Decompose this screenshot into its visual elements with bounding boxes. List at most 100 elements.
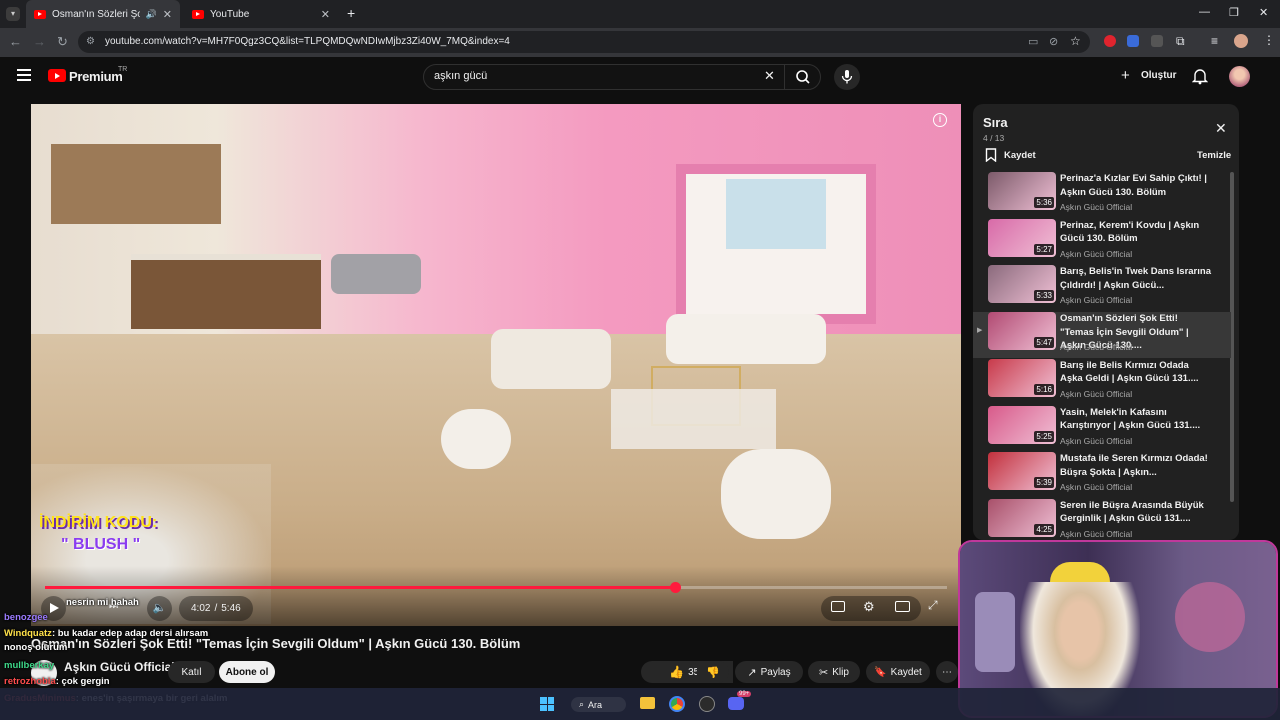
queue-item-title[interactable]: Mustafa ile Seren Kırmızı Odada! Büşra Ş… <box>1060 452 1212 479</box>
queue-thumbnail[interactable]: 4:25 <box>988 498 1056 537</box>
extension-blue-icon[interactable] <box>1127 35 1139 47</box>
queue-save-label[interactable]: Kaydet <box>1004 150 1036 161</box>
time-total: 5:46 <box>221 603 241 614</box>
chat-username: retrozhobia <box>4 676 56 687</box>
queue-item[interactable]: 5:27 Perinaz, Kerem'i Kovdu | Aşkın Gücü … <box>973 218 1231 265</box>
youtube-logo-text[interactable]: Premium <box>69 69 123 84</box>
site-info-icon[interactable]: ⚙ <box>86 36 95 47</box>
search-value[interactable]: aşkın gücü <box>434 70 487 82</box>
create-button[interactable]: Oluştur <box>1141 70 1177 81</box>
queue-item[interactable]: 5:25 Yasin, Melek'in Kafasını Karıştırıyo… <box>973 405 1231 452</box>
queue-item[interactable]: 5:36 Perinaz'a Kızlar Evi Sahip Çıktı! | … <box>973 172 1231 218</box>
scene-grey-sofa <box>331 254 421 294</box>
extension-dark-icon[interactable] <box>1151 35 1163 47</box>
extension-red-icon[interactable] <box>1104 35 1116 47</box>
eye-off-icon[interactable]: ⊘ <box>1049 35 1058 48</box>
fullscreen-icon[interactable]: ⤢ <box>928 598 938 613</box>
queue-duration: 5:27 <box>1034 243 1054 255</box>
controls-gradient <box>31 566 961 626</box>
queue-thumbnail[interactable]: 5:16 <box>988 358 1056 397</box>
queue-close-icon[interactable]: ✕ <box>1215 120 1227 137</box>
miniplayer-icon[interactable] <box>895 601 910 612</box>
queue-item[interactable]: 5:33 Barış, Belis'in Twek Dans Israrına Ç… <box>973 265 1231 311</box>
queue-item[interactable]: 5:16 Barış ile Belis Kırmızı Odada Aşka G… <box>973 358 1231 405</box>
channel-name[interactable]: Aşkın Gücü Official <box>64 660 175 674</box>
notifications-bell-icon[interactable] <box>1192 67 1208 85</box>
bookmark-star-icon[interactable]: ☆ <box>1070 34 1081 48</box>
queue-item-title[interactable]: Yasin, Melek'in Kafasını Karıştırıyor | … <box>1060 406 1212 433</box>
queue-item-title[interactable]: Seren ile Büşra Arasında Büyük Gerginlik… <box>1060 499 1212 526</box>
file-explorer-icon[interactable] <box>640 697 655 709</box>
windows-start-icon[interactable] <box>540 697 554 711</box>
join-button[interactable]: Katıl <box>168 661 215 683</box>
queue-item-title[interactable]: Perinaz'a Kızlar Evi Sahip Çıktı! | Aşkı… <box>1060 172 1212 199</box>
tab-youtube[interactable]: YouTube ✕ <box>184 0 338 28</box>
video-player[interactable]: İNDİRİM KODU: " BLUSH " i ⏭ 🔈 4:02 / 5:4… <box>31 104 961 626</box>
chat-text: nesrin mi hahah <box>66 597 139 608</box>
queue-thumbnail[interactable]: 5:39 <box>988 452 1056 491</box>
save-label: Kaydet <box>890 666 922 678</box>
search-button[interactable] <box>784 64 821 90</box>
voice-search-button[interactable] <box>834 64 860 90</box>
close-window-icon[interactable]: ✕ <box>1259 6 1268 19</box>
clear-search-icon[interactable]: ✕ <box>764 68 775 84</box>
info-icon[interactable]: i <box>933 113 947 127</box>
queue-clear-button[interactable]: Temizle <box>1197 150 1231 161</box>
extensions-puzzle-icon[interactable]: ⧉ <box>1176 34 1185 49</box>
obs-icon[interactable] <box>699 696 715 712</box>
reading-list-icon[interactable]: ≡ <box>1211 34 1218 48</box>
share-button[interactable]: ↗ Paylaş <box>735 661 803 683</box>
discord-icon[interactable] <box>728 697 744 710</box>
restore-icon[interactable]: ❐ <box>1229 6 1239 19</box>
taskbar-search[interactable]: ⌕ Ara <box>571 697 626 712</box>
queue-thumbnail[interactable]: 5:33 <box>988 265 1056 304</box>
url-text[interactable]: youtube.com/watch?v=MH7F0Qgz3CQ&list=TLP… <box>105 36 510 47</box>
browser-menu-icon[interactable]: ⋮ <box>1263 33 1275 47</box>
back-icon[interactable]: ← <box>9 34 22 49</box>
queue-item[interactable]: 4:25 Seren ile Büşra Arasında Büyük Gergi… <box>973 498 1231 540</box>
close-icon[interactable]: ✕ <box>321 8 330 21</box>
queue-thumbnail[interactable]: 5:27 <box>988 218 1056 257</box>
queue-thumbnail[interactable]: 5:47 <box>988 312 1056 351</box>
tab-active[interactable]: Osman'ın Sözleri Şok Etti! " 🔊 ✕ <box>26 0 180 28</box>
subtitles-icon[interactable] <box>831 601 845 612</box>
hamburger-menu-icon[interactable] <box>17 69 31 81</box>
progress-bar[interactable] <box>45 582 947 593</box>
dislike-button[interactable]: 👎 <box>697 661 729 683</box>
save-button[interactable]: 🔖 Kaydet <box>866 661 930 683</box>
queue-duration: 4:25 <box>1034 523 1054 535</box>
youtube-favicon-icon <box>34 9 46 19</box>
settings-gear-icon[interactable]: ⚙ <box>863 599 875 615</box>
volume-icon[interactable]: 🔈 <box>147 596 172 621</box>
cast-icon[interactable]: ▭ <box>1028 35 1038 48</box>
create-plus-icon[interactable]: + <box>1121 68 1130 83</box>
thumbs-down-icon: 👎 <box>706 666 720 679</box>
account-avatar[interactable] <box>1229 66 1250 87</box>
more-actions-button[interactable]: ⋯ <box>936 661 958 683</box>
close-icon[interactable]: ✕ <box>163 8 172 21</box>
queue-item[interactable]: ▶ 5:47 Osman'ın Sözleri Şok Etti! "Temas İ… <box>973 312 1231 359</box>
speaker-icon[interactable]: 🔊 <box>146 9 157 20</box>
time-separator: / <box>214 603 218 614</box>
new-tab-button[interactable]: + <box>347 5 355 21</box>
queue-item[interactable]: 5:39 Mustafa ile Seren Kırmızı Odada! Büş… <box>973 452 1231 498</box>
progress-scrubber[interactable] <box>669 582 681 593</box>
subscribe-button[interactable]: Abone ol <box>219 661 275 683</box>
minimize-icon[interactable]: — <box>1199 6 1210 18</box>
profile-avatar[interactable] <box>1234 34 1248 48</box>
tab-search-button[interactable]: ▾ <box>6 7 20 21</box>
save-playlist-button[interactable] <box>985 148 997 163</box>
reload-icon[interactable]: ↻ <box>57 34 68 50</box>
clip-button[interactable]: ✂ Klip <box>808 661 860 683</box>
queue-thumbnail[interactable]: 5:36 <box>988 172 1056 210</box>
youtube-logo-icon[interactable] <box>48 69 66 82</box>
discount-overlay-line2: " BLUSH " <box>61 536 141 553</box>
tab-title: Osman'ın Sözleri Şok Etti! " <box>52 8 140 20</box>
chrome-icon[interactable] <box>669 696 685 712</box>
queue-thumbnail[interactable]: 5:25 <box>988 405 1056 444</box>
queue-item-title[interactable]: Barış, Belis'in Twek Dans Israrına Çıldı… <box>1060 265 1212 292</box>
queue-item-title[interactable]: Barış ile Belis Kırmızı Odada Aşka Geldi… <box>1060 359 1212 386</box>
scene-right-sofa <box>666 314 826 364</box>
forward-icon[interactable]: → <box>33 34 46 49</box>
queue-item-title[interactable]: Perinaz, Kerem'i Kovdu | Aşkın Gücü 130.… <box>1060 219 1212 246</box>
